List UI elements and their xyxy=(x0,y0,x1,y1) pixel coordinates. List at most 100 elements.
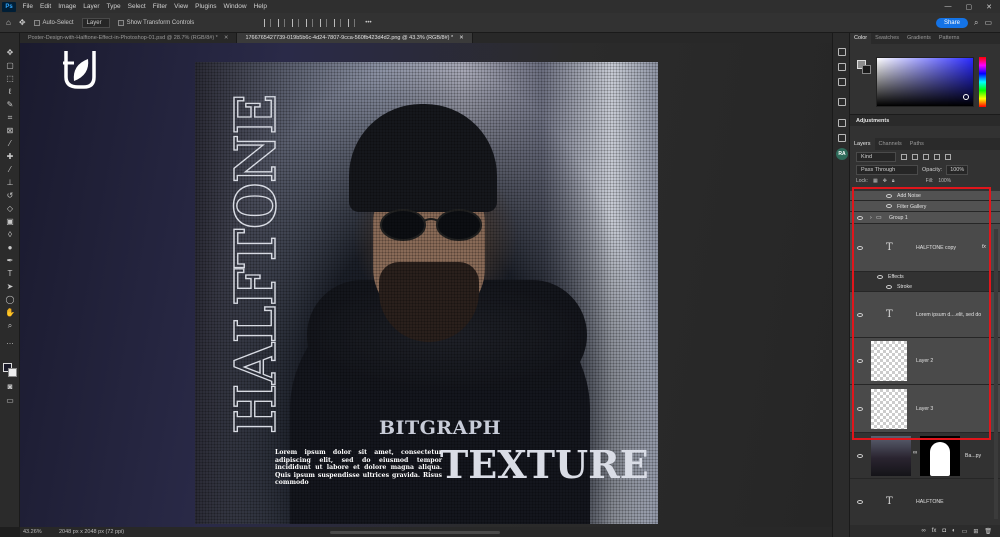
eyedropper-tool-icon[interactable]: ⁄ xyxy=(5,140,15,148)
align-left-icon[interactable] xyxy=(264,18,272,27)
move-tool-icon[interactable]: ✥ xyxy=(19,18,26,27)
zoom-tool-icon[interactable]: ⌕ xyxy=(5,322,15,330)
brush-tool-icon[interactable]: ⁄ xyxy=(5,166,15,174)
visibility-eye-icon[interactable] xyxy=(857,407,863,411)
quick-mask-icon[interactable]: ◙ xyxy=(5,383,15,391)
filter-pixel-icon[interactable] xyxy=(901,154,907,160)
tab-channels[interactable]: Channels xyxy=(875,138,906,150)
hue-slider[interactable] xyxy=(979,57,986,107)
path-select-tool-icon[interactable]: ➤ xyxy=(5,283,15,291)
actions-panel-icon[interactable] xyxy=(838,63,846,71)
gradient-tool-icon[interactable]: ▣ xyxy=(5,218,15,226)
history-brush-tool-icon[interactable]: ↺ xyxy=(5,192,15,200)
align-bottom-icon[interactable] xyxy=(334,18,342,27)
properties-panel-icon[interactable] xyxy=(838,78,846,86)
menu-file[interactable]: File xyxy=(19,3,36,10)
search-icon[interactable]: ⌕ xyxy=(974,18,978,28)
more-options-button[interactable]: ••• xyxy=(365,20,371,26)
screen-mode-icon[interactable]: ▭ xyxy=(5,397,15,405)
color-picker-cursor[interactable] xyxy=(963,94,969,100)
visibility-eye-icon[interactable] xyxy=(877,275,883,279)
adjustment-layer-icon[interactable]: ◐ xyxy=(952,528,956,534)
filter-shape-icon[interactable] xyxy=(934,154,940,160)
pen-tool-icon[interactable]: ✒ xyxy=(5,257,15,265)
visibility-eye-icon[interactable] xyxy=(857,500,863,504)
healing-tool-icon[interactable]: ✚ xyxy=(5,153,15,161)
transform-option[interactable]: Show Transform Controls xyxy=(117,19,194,26)
history-panel-icon[interactable] xyxy=(838,48,846,56)
marquee-tool-icon[interactable]: ⬚ xyxy=(5,75,15,83)
tab-layers[interactable]: Layers xyxy=(850,138,875,150)
tab-color[interactable]: Color xyxy=(850,33,872,44)
menu-select[interactable]: Select xyxy=(124,3,149,10)
dodge-tool-icon[interactable]: ● xyxy=(5,244,15,252)
quick-select-tool-icon[interactable]: ✎ xyxy=(5,101,15,109)
frame-tool-icon[interactable]: ⊠ xyxy=(5,127,15,135)
distribute-icon[interactable] xyxy=(348,18,356,27)
panel-background-swatch[interactable] xyxy=(862,65,871,74)
home-icon[interactable]: ⌂ xyxy=(6,18,11,27)
artboard-tool-icon[interactable]: ▢ xyxy=(5,62,15,70)
filter-smart-icon[interactable] xyxy=(945,154,951,160)
adjustments-title[interactable]: Adjustments xyxy=(850,114,1000,126)
workspace-icon[interactable]: ▭ xyxy=(984,18,992,27)
tab-swatches[interactable]: Swatches xyxy=(871,33,903,44)
excel-icon[interactable] xyxy=(838,134,846,142)
share-button[interactable]: Share xyxy=(935,17,968,28)
hand-tool-icon[interactable]: ✋ xyxy=(5,309,15,317)
blend-mode-select[interactable]: Pass Through xyxy=(856,165,918,175)
opacity-input[interactable]: 100% xyxy=(946,165,969,175)
poster-document[interactable]: HALFTONE BITGRAPH Lorem ipsum dolor sit … xyxy=(195,62,658,524)
tab-png[interactable]: 1766765427739-019b5b6c-4d24-7807-9cca-56… xyxy=(237,33,473,43)
lasso-tool-icon[interactable]: ℓ xyxy=(5,88,15,96)
layer-filter-gallery[interactable]: Filter Gallery xyxy=(850,201,1000,212)
blur-tool-icon[interactable]: ◊ xyxy=(5,231,15,239)
visibility-eye-icon[interactable] xyxy=(857,359,863,363)
brushes-panel-icon[interactable] xyxy=(838,119,846,127)
horizontal-scrollbar[interactable] xyxy=(330,531,500,534)
layer-halftone[interactable]: T HALFTONE xyxy=(850,479,1000,526)
chevron-right-icon[interactable]: › xyxy=(870,215,872,221)
stamp-tool-icon[interactable]: ⊥ xyxy=(5,179,15,187)
libraries-panel-icon[interactable] xyxy=(838,98,846,106)
layer-lorem-text[interactable]: T Lorem ipsum d....elit, sed do xyxy=(850,292,1000,338)
close-icon[interactable]: ✕ xyxy=(986,3,992,11)
filter-type-icon[interactable] xyxy=(923,154,929,160)
new-layer-icon[interactable]: ⊞ xyxy=(973,528,978,535)
tab-patterns[interactable]: Patterns xyxy=(935,33,963,44)
align-top-icon[interactable] xyxy=(306,18,314,27)
new-group-icon[interactable]: ▭ xyxy=(962,528,968,535)
tab-paths[interactable]: Paths xyxy=(906,138,928,150)
layer-photo[interactable]: ∞ Ba...py xyxy=(850,433,1000,479)
menu-type[interactable]: Type xyxy=(103,3,124,10)
menu-image[interactable]: Image xyxy=(55,3,80,10)
layer-mask-thumbnail[interactable] xyxy=(920,436,960,476)
menu-window[interactable]: Window xyxy=(220,3,250,10)
visibility-eye-icon[interactable] xyxy=(857,246,863,250)
menu-edit[interactable]: Edit xyxy=(36,3,54,10)
filter-adjust-icon[interactable] xyxy=(912,154,918,160)
tab-gradients[interactable]: Gradients xyxy=(903,33,935,44)
auto-select-checkbox[interactable] xyxy=(33,19,40,26)
menu-view[interactable]: View xyxy=(171,3,192,10)
color-picker-field[interactable] xyxy=(876,57,974,107)
menu-plugins[interactable]: Plugins xyxy=(192,3,220,10)
add-mask-icon[interactable]: ◘ xyxy=(942,528,946,534)
eraser-tool-icon[interactable]: ◇ xyxy=(5,205,15,213)
close-tab-icon[interactable]: ✕ xyxy=(459,35,464,41)
menu-layer[interactable]: Layer xyxy=(80,3,103,10)
visibility-eye-icon[interactable] xyxy=(857,216,863,220)
type-tool-icon[interactable]: T xyxy=(5,270,15,278)
tab-poster-psd[interactable]: Poster-Design-with-Halftone-Effect-in-Ph… xyxy=(20,33,238,43)
link-icon[interactable]: ∞ xyxy=(913,450,917,456)
fx-icon[interactable]: fx xyxy=(982,244,986,250)
align-middle-icon[interactable] xyxy=(320,18,328,27)
minimize-icon[interactable]: — xyxy=(945,3,952,11)
trash-icon[interactable]: 🗑︎ xyxy=(984,528,992,535)
background-color-swatch[interactable] xyxy=(8,368,17,377)
layer-3[interactable]: Layer 3 xyxy=(850,385,1000,433)
maximize-icon[interactable]: ▢ xyxy=(966,3,973,11)
visibility-eye-icon[interactable] xyxy=(857,313,863,317)
layer-add-noise[interactable]: Add Noise xyxy=(850,191,1000,201)
canvas-area[interactable]: HALFTONE BITGRAPH Lorem ipsum dolor sit … xyxy=(20,43,832,527)
